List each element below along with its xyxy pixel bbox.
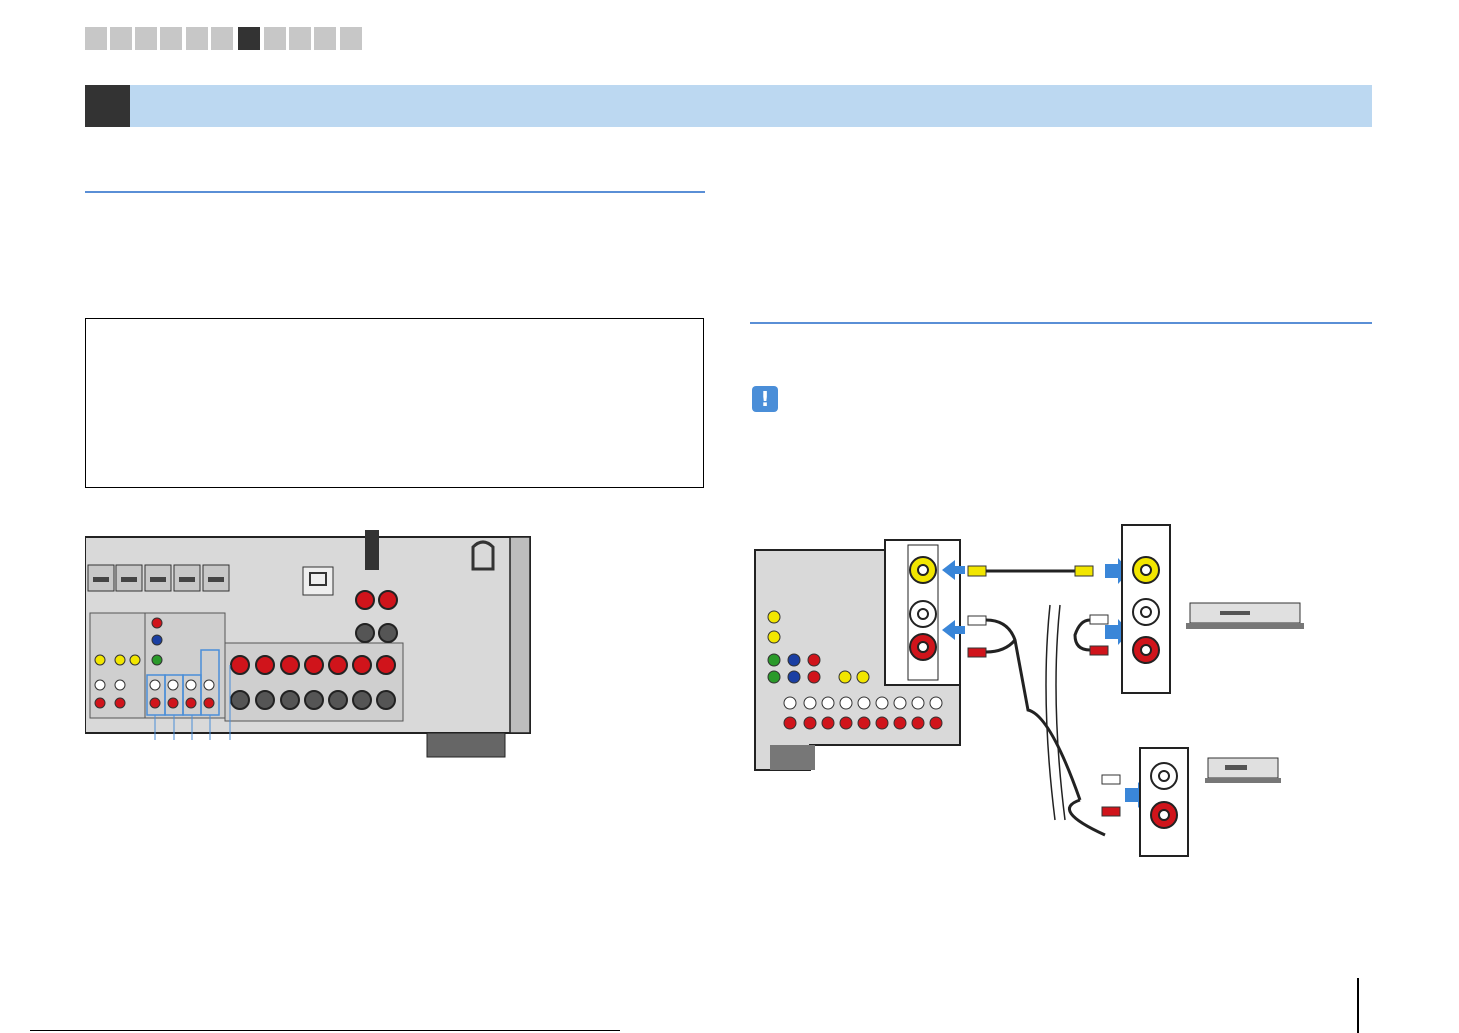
section-tab-7-active[interactable] bbox=[238, 27, 260, 50]
left-section-rule bbox=[85, 191, 705, 193]
chapter-header-bar bbox=[85, 85, 1372, 127]
section-tab-5[interactable] bbox=[186, 27, 208, 50]
note-box bbox=[85, 318, 704, 488]
section-tab-11[interactable] bbox=[340, 27, 362, 50]
chapter-number-block bbox=[85, 85, 130, 127]
section-tab-3[interactable] bbox=[135, 27, 157, 50]
caution-icon: ! bbox=[752, 386, 778, 412]
right-section-rule bbox=[750, 322, 1372, 324]
section-tab-10[interactable] bbox=[314, 27, 336, 50]
section-tab-8[interactable] bbox=[264, 27, 286, 50]
receiver-rear-panel-illustration bbox=[85, 530, 531, 758]
section-tab-9[interactable] bbox=[289, 27, 311, 50]
section-tab-1[interactable] bbox=[85, 27, 107, 50]
connection-diagram-illustration bbox=[754, 524, 1304, 857]
footer-rule bbox=[30, 1030, 620, 1031]
section-tab-6[interactable] bbox=[211, 27, 233, 50]
section-tab-4[interactable] bbox=[160, 27, 182, 50]
section-tab-2[interactable] bbox=[110, 27, 132, 50]
page-separator bbox=[1357, 978, 1359, 1033]
